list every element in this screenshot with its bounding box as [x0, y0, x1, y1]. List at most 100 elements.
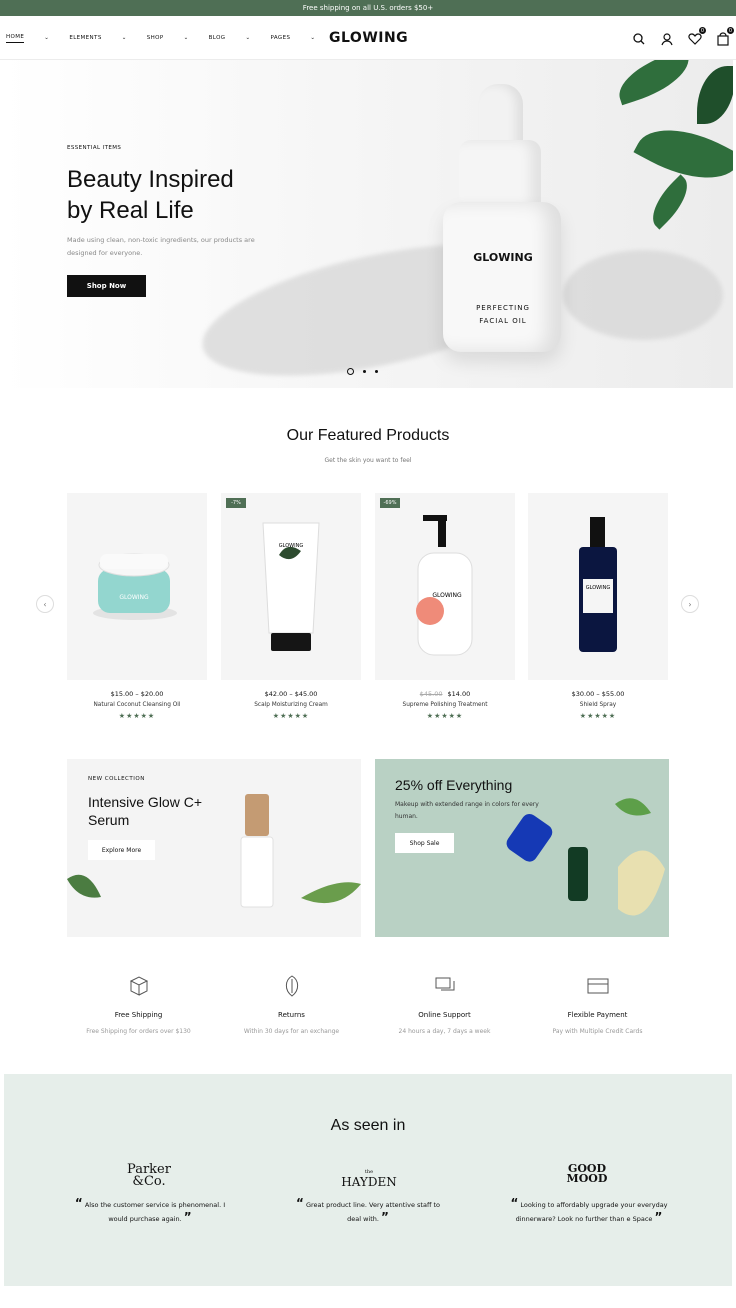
carousel-dot[interactable] [363, 370, 366, 373]
bottle-neck [459, 140, 541, 208]
product-card[interactable]: GLOWING $30.00 – $55.00 Shield Spray ★★★… [528, 493, 668, 720]
bottle-brand-label: GLOWING [473, 251, 533, 264]
product-price-value: $30.00 – $55.00 [571, 690, 625, 698]
search-icon[interactable] [632, 31, 646, 45]
carousel-prev-button[interactable]: ‹ [36, 595, 54, 613]
product-image[interactable]: GLOWING -69% [375, 493, 515, 680]
menu-blog[interactable]: BLOG [209, 35, 226, 41]
quote-close-icon: ” [654, 1210, 663, 1224]
announcement-bar: Free shipping on all U.S. orders $50+ [0, 0, 736, 16]
product-price: $42.00 – $45.00 [221, 690, 361, 698]
hero-banner: ESSENTIAL ITEMS Beauty Inspired by Real … [3, 60, 733, 388]
testimonial-quote: “ Great product line. Very attentive sta… [288, 1196, 448, 1226]
promo-sale[interactable]: 25% off Everything Makeup with extended … [375, 759, 669, 937]
product-name[interactable]: Scalp Moisturizing Cream [221, 702, 361, 708]
feature-description: Pay with Multiple Credit Cards [552, 1028, 643, 1035]
leaf-return-icon [285, 975, 299, 997]
product-price: $45.00 $14.00 [375, 690, 515, 698]
product-price: $15.00 – $20.00 [67, 690, 207, 698]
quote-open-icon: “ [74, 1196, 83, 1210]
product-price-value: $42.00 – $45.00 [264, 690, 318, 698]
product-rating-stars: ★★★★★ [272, 712, 310, 720]
bottle-label-line2: FACIAL OIL [479, 317, 527, 325]
wishlist-count-badge: 0 [699, 27, 706, 34]
cart-icon[interactable]: 0 [716, 27, 734, 46]
account-icon[interactable] [660, 31, 674, 46]
hero-description: Made using clean, non-toxic ingredients,… [67, 236, 255, 257]
quote-open-icon: “ [295, 1196, 304, 1210]
good-mood-logo: GOOD MOOD [562, 1163, 612, 1185]
feature-description: Within 30 days for an exchange [243, 1028, 340, 1035]
promo-title: Intensive Glow C+ Serum [88, 794, 202, 828]
site-logo[interactable]: GLOWING [329, 30, 408, 46]
feature-title: Online Support [418, 1011, 471, 1019]
promo-description: Makeup with extended range in colors for… [395, 801, 539, 820]
announcement-text: Free shipping on all U.S. orders $50+ [302, 4, 434, 12]
quote-text: Also the customer service is phenomenal.… [84, 1201, 226, 1223]
product-name[interactable]: Supreme Polishing Treatment [375, 702, 515, 708]
product-rating-stars: ★★★★★ [426, 712, 464, 720]
product-image[interactable]: GLOWING [67, 493, 207, 680]
quote-text: Looking to affordably upgrade your every… [515, 1201, 668, 1223]
quote-open-icon: “ [510, 1196, 519, 1210]
hero-title-line2: by Real Life [67, 197, 194, 224]
product-card[interactable]: GLOWING -69% $45.00 $14.00 Supreme Polish… [375, 493, 515, 720]
polishing-treatment-bottle-illustration: GLOWING [416, 515, 473, 656]
brand-name-line2: &Co. [132, 1174, 166, 1189]
carousel-dot[interactable] [375, 370, 378, 373]
menu-home[interactable]: HOME [6, 34, 25, 43]
menu-list: HOME ⌄ ELEMENTS ⌄ SHOP ⌄ BLOG ⌄ PAGES ⌄ [6, 16, 315, 60]
brand-name-line2: HAYDEN [341, 1175, 397, 1189]
shield-spray-bottle-illustration: GLOWING [579, 517, 617, 652]
discount-badge: -69% [380, 498, 400, 508]
menu-elements[interactable]: ELEMENTS [69, 35, 101, 41]
carousel-next-button[interactable]: › [681, 595, 699, 613]
chat-icon [435, 977, 455, 991]
bottle-label-line1: PERFECTING [476, 304, 530, 312]
promo-title: 25% off Everything [395, 777, 513, 793]
product-old-price: $45.00 [419, 690, 443, 698]
feature-description: Free Shipping for orders over $130 [86, 1028, 191, 1035]
promo-new-collection[interactable]: NEW COLLECTION Intensive Glow C+ Serum E… [67, 759, 361, 937]
svg-text:GLOWING: GLOWING [279, 543, 304, 549]
product-card[interactable]: GLOWING -7% $42.00 – $45.00 Scalp Moistu… [221, 493, 361, 720]
feature-description: 24 hours a day, 7 days a week [398, 1028, 491, 1035]
product-name[interactable]: Shield Spray [528, 702, 668, 708]
leaf-decoration-small [642, 174, 698, 230]
shop-sale-button[interactable]: Shop Sale [395, 833, 454, 853]
brand-name-line2: MOOD [566, 1172, 608, 1185]
feature-title: Free Shipping [114, 1011, 163, 1019]
parker-co-logo: Parker &Co. [114, 1163, 184, 1189]
product-price-value: $15.00 – $20.00 [110, 690, 164, 698]
menu-blog-chevron-icon: ⌄ [245, 35, 251, 41]
menu-shop[interactable]: SHOP [147, 35, 164, 41]
leaf-decoration-corner [697, 66, 733, 124]
shop-now-button[interactable]: Shop Now [67, 275, 146, 297]
carousel-dot-active[interactable] [347, 368, 354, 375]
product-card[interactable]: GLOWING $15.00 – $20.00 Natural Coconut … [67, 493, 207, 720]
quote-close-icon: ” [381, 1210, 389, 1224]
promo-eyebrow: NEW COLLECTION [88, 776, 145, 782]
menu-pages[interactable]: PAGES [270, 35, 290, 41]
svg-text:GLOWING: GLOWING [586, 585, 611, 591]
leaf-shadow-decoration-right [563, 250, 723, 340]
carousel-dots [347, 368, 378, 375]
hayden-logo: the HAYDEN [334, 1167, 404, 1189]
product-rating-stars: ★★★★★ [118, 712, 156, 720]
discount-badge: -7% [226, 498, 246, 508]
hero-title: Beauty Inspired by Real Life [67, 164, 317, 226]
header-actions: 0 0 [632, 27, 734, 46]
product-image[interactable]: GLOWING [528, 493, 668, 680]
product-price: $30.00 – $55.00 [528, 690, 668, 698]
facial-oil-bottle [443, 202, 561, 352]
as-seen-in-section: As seen in Parker &Co. “ Also the custom… [4, 1074, 732, 1286]
feature-title: Returns [278, 1011, 305, 1019]
feature-title: Flexible Payment [567, 1011, 628, 1019]
featured-subtitle: Get the skin you want to feel [324, 457, 412, 464]
product-name[interactable]: Natural Coconut Cleansing Oil [67, 702, 207, 708]
leaf-decoration-top [611, 60, 697, 106]
explore-more-button[interactable]: Explore More [88, 840, 155, 860]
product-image[interactable]: GLOWING -7% [221, 493, 361, 680]
wishlist-icon[interactable]: 0 [688, 27, 706, 45]
box-icon [129, 976, 149, 996]
